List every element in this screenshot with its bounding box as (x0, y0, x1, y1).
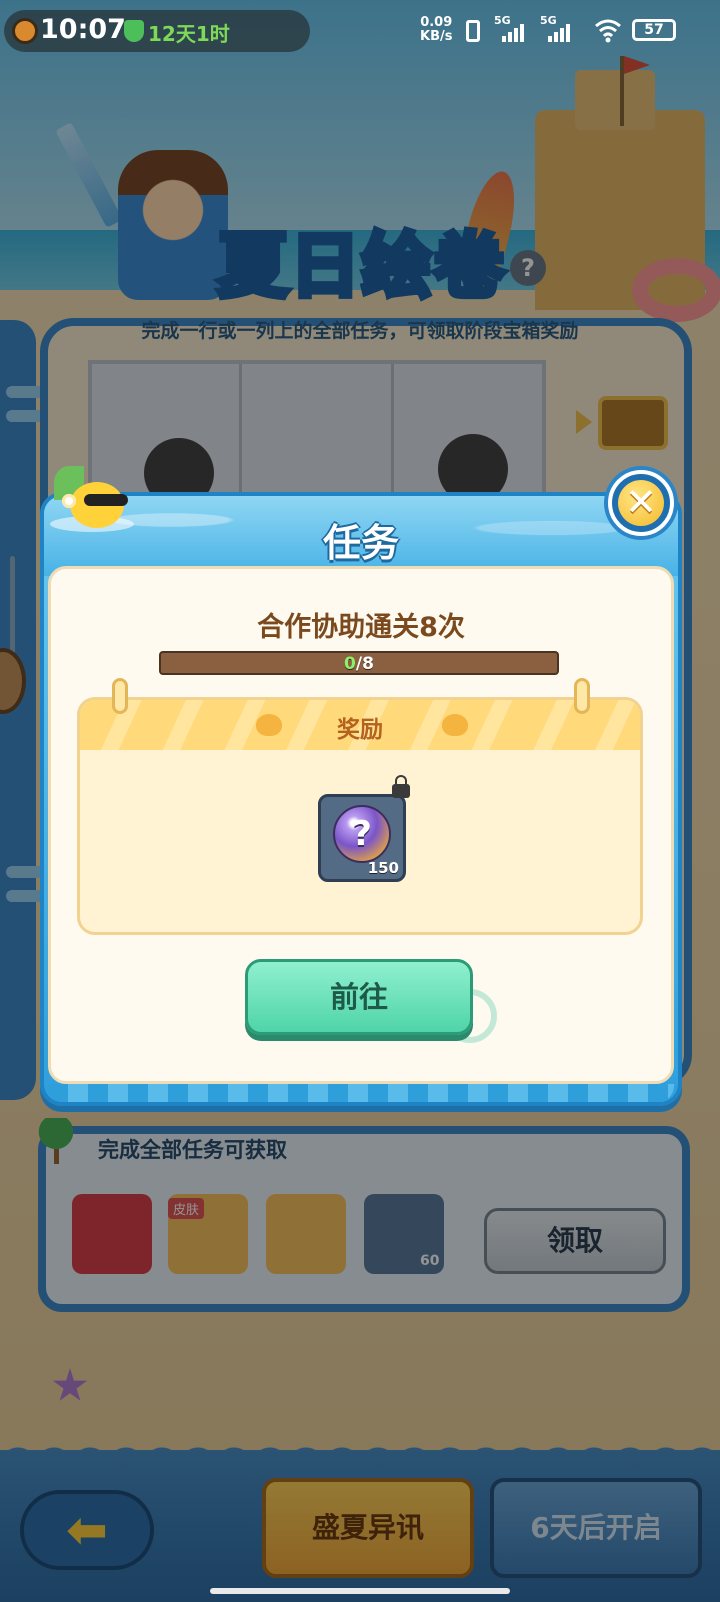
clock-icon (12, 18, 38, 44)
home-indicator[interactable] (210, 1588, 510, 1594)
vibrate-icon (466, 20, 480, 42)
reward-item[interactable]: ? 150 (318, 794, 406, 882)
wifi-icon (595, 19, 621, 43)
task-progress-bar: 0/8 (159, 651, 559, 675)
signal-bars-1-icon (500, 22, 526, 42)
scroll-pin (574, 678, 590, 714)
reward-quantity: 150 (367, 859, 399, 877)
close-button[interactable]: ✕ (608, 470, 674, 536)
network-speed-value: 0.09 (420, 15, 453, 30)
reward-section: 奖励 ? 150 (77, 697, 643, 935)
status-bar: 10:07 12天1时 0.09 KB/s 5G 5G 57 (0, 0, 720, 62)
status-time: 10:07 (40, 14, 126, 45)
lock-icon (392, 775, 410, 798)
shield-icon (124, 20, 144, 42)
mystery-orb-icon: ? (333, 805, 391, 863)
progress-text: 0/8 (161, 654, 557, 674)
reward-section-title: 奖励 (337, 717, 383, 743)
progress-total: 8 (362, 654, 374, 674)
task-name: 合作协助通关8次 (257, 612, 465, 643)
progress-current: 0 (344, 654, 356, 674)
network-speed-unit: KB/s (420, 29, 453, 44)
flower-icon (62, 494, 76, 508)
task-dialog: 任务 合作协助通关8次 0/8 奖励 ? 150 前往 (40, 492, 682, 1106)
signal-bars-2-icon (546, 22, 572, 42)
dialog-body: 合作协助通关8次 0/8 奖励 ? 150 前往 (48, 566, 674, 1084)
go-button[interactable]: 前往 (245, 959, 473, 1035)
status-countdown: 12天1时 (148, 22, 230, 46)
sunglasses-icon (84, 494, 128, 506)
dialog-bottom-wave (48, 1084, 674, 1102)
close-icon: ✕ (618, 480, 664, 526)
duck-float-icon (44, 462, 134, 534)
scroll-pin (112, 678, 128, 714)
network-speed: 0.09 KB/s (420, 16, 452, 44)
battery-icon: 57 (632, 19, 676, 41)
dialog-title: 任务 (322, 521, 399, 565)
